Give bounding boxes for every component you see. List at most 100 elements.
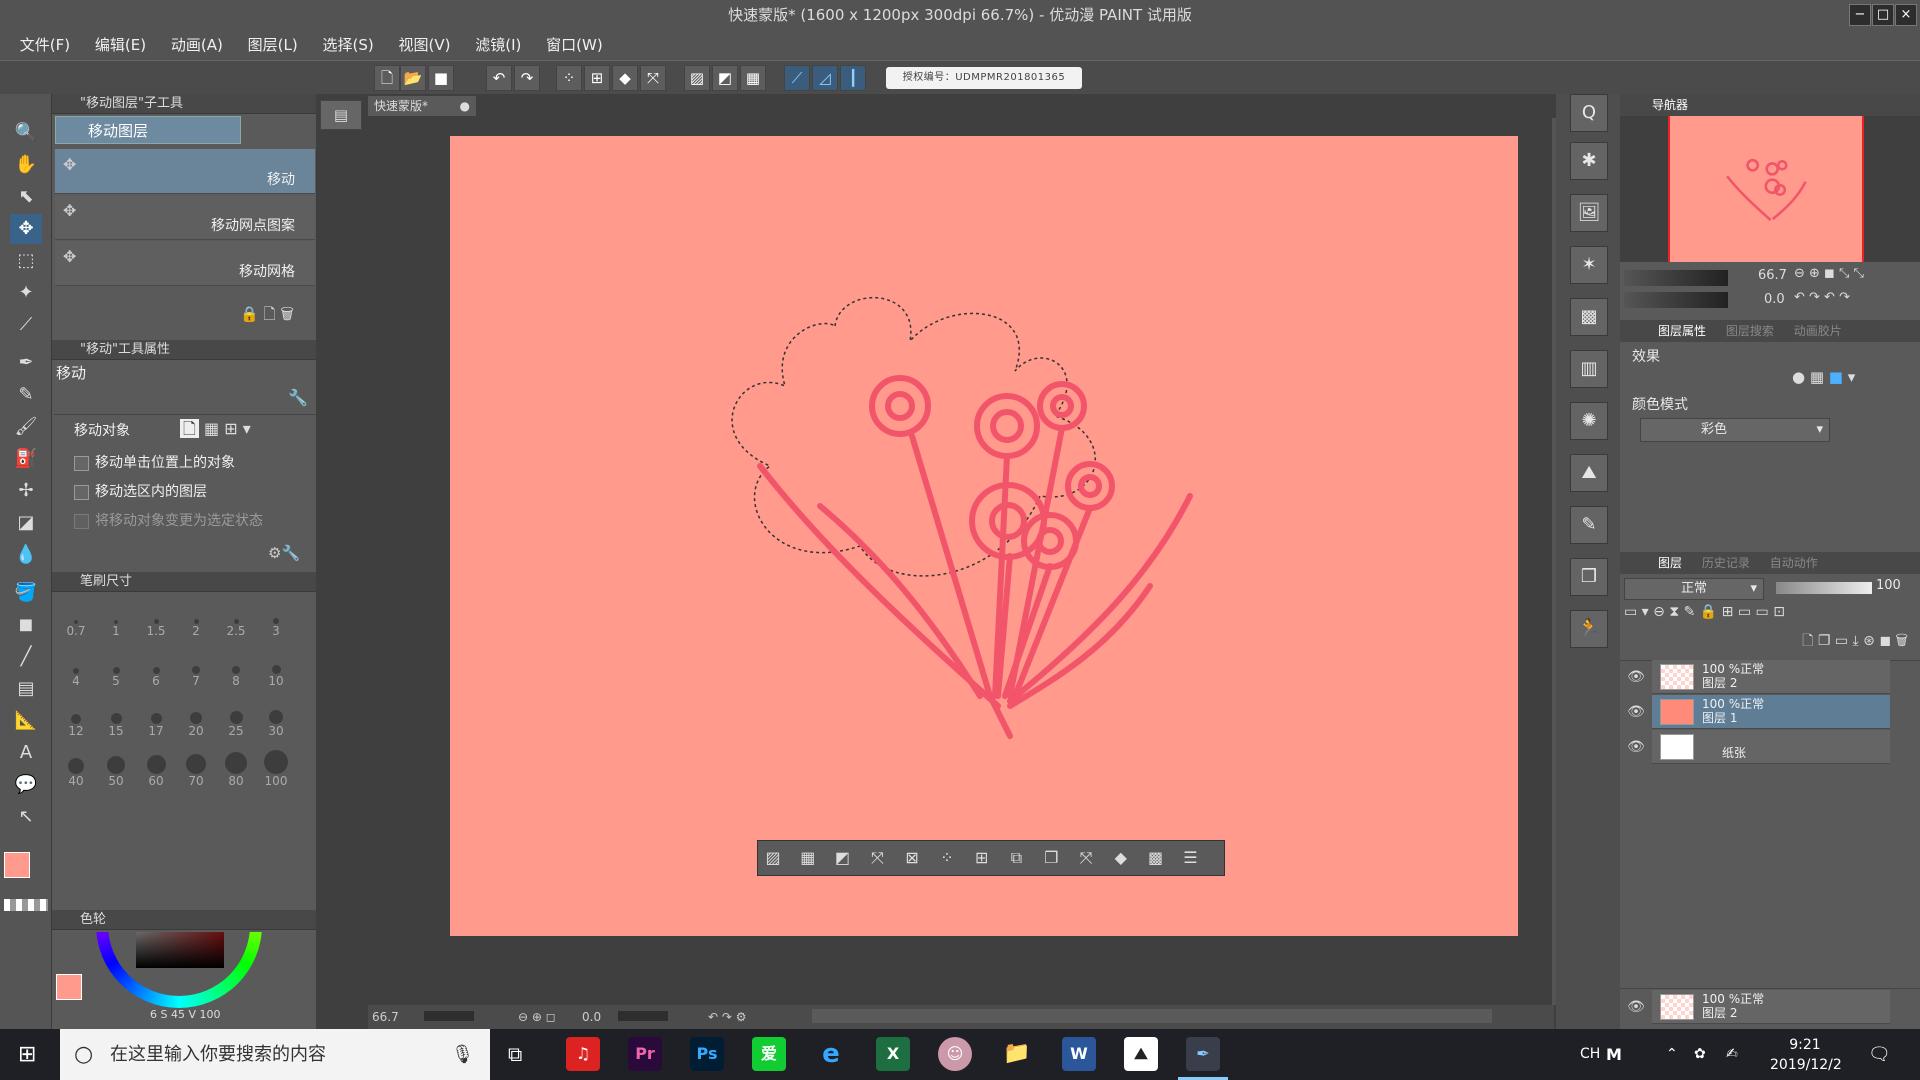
brush-size-cell[interactable]: 25 [216, 698, 256, 748]
selection-icon[interactable]: ⬚ [10, 246, 42, 276]
clear-icon[interactable]: ▨ [684, 65, 710, 91]
subtool-group-move-layer[interactable]: 移动图层 [55, 116, 241, 144]
wrench-icon[interactable]: 🔧 [288, 388, 310, 410]
subtool-move[interactable]: ✥ 移动 [55, 149, 315, 194]
file-explorer-icon[interactable]: 📁 [1000, 1037, 1034, 1071]
navigator-preview[interactable] [1620, 116, 1920, 262]
excel-icon[interactable]: X [876, 1037, 910, 1071]
new-subtool-icon[interactable]: 🗋 [263, 305, 275, 323]
fill-icon[interactable]: ◆ [612, 65, 638, 91]
eraser-icon[interactable]: ◪ [10, 508, 42, 538]
brush-size-cell[interactable]: 1 [96, 598, 136, 648]
premiere-icon[interactable]: Pr [628, 1037, 662, 1071]
target-tone-icon[interactable]: ▦ [204, 419, 219, 438]
nav-rotate-buttons[interactable]: ↶ ↷ ↶ ↷ [1794, 290, 1850, 305]
ime-indicator[interactable]: CH [1580, 1029, 1600, 1080]
panel-toggle-icon[interactable]: ▤ [320, 100, 362, 130]
target-layer-icon[interactable]: 🗋 [180, 419, 199, 438]
effect-material-icon[interactable]: ✺ [1570, 402, 1608, 440]
search-icon[interactable]: Q [1570, 94, 1608, 132]
brush-icon[interactable]: 🖌 [10, 412, 42, 442]
menu-edit[interactable]: 编辑(E) [85, 31, 156, 60]
photoshop-icon[interactable]: Ps [690, 1037, 724, 1071]
redo-icon[interactable]: ↷ [514, 65, 540, 91]
iqiyi-icon[interactable]: 爱 [752, 1037, 786, 1071]
snap-ruler-icon[interactable]: ⟋ [784, 65, 810, 91]
current-color-swatch[interactable] [56, 974, 82, 1000]
saturation-value-square[interactable] [136, 932, 224, 968]
drawing-canvas[interactable] [450, 136, 1518, 936]
tab-animation-cels[interactable]: 动画胶片 [1786, 320, 1850, 342]
brush-size-cell[interactable]: 2.5 [216, 598, 256, 648]
brush-size-cell[interactable]: 10 [256, 648, 296, 698]
tab-layer-search[interactable]: 图层搜索 [1718, 320, 1782, 342]
property-settings-icon[interactable]: ⚙🔧 [268, 544, 308, 566]
nav-zoom-buttons[interactable]: ⊖ ⊕ ◼ ⤡ ⤡ [1794, 266, 1864, 281]
pen-icon[interactable]: ✒ [10, 348, 42, 378]
subtool-move-tone[interactable]: ✥ 移动网点图案 [55, 195, 315, 240]
figure-icon[interactable]: ╱ [10, 642, 42, 672]
scale-icon[interactable]: ⤧ [1071, 843, 1101, 873]
clear-selection-icon[interactable]: ▨ [758, 843, 788, 873]
chevron-up-icon[interactable]: ⌃ [1666, 1029, 1678, 1080]
opacity-slider[interactable] [1776, 582, 1872, 594]
tab-history[interactable]: 历史记录 [1694, 552, 1758, 574]
rotate-buttons[interactable]: ↶ ↷ ⚙ [708, 1005, 747, 1029]
transform-icon[interactable]: ⊞ [584, 65, 610, 91]
tab-layer[interactable]: 图层 [1650, 552, 1690, 574]
chevron-down-icon[interactable]: ▾ [243, 419, 251, 438]
move-layer-icon[interactable]: ✥ [10, 214, 42, 244]
brush-size-cell[interactable]: 6 [136, 648, 176, 698]
operation-icon[interactable]: ⬉ [10, 182, 42, 212]
hand-icon[interactable]: ✋ [10, 150, 42, 180]
brush-size-cell[interactable]: 80 [216, 748, 256, 798]
minimize-button[interactable]: − [1849, 4, 1871, 26]
menu-file[interactable]: 文件(F) [10, 31, 80, 60]
material-icon[interactable]: ✱ [1570, 142, 1608, 180]
close-tab-icon[interactable]: ● [460, 96, 470, 116]
snap-grid-icon[interactable]: ┃ [840, 65, 866, 91]
tray-app-icon[interactable]: ✿ [1694, 1029, 1706, 1080]
brush-size-cell[interactable]: 3 [256, 598, 296, 648]
expand-icon[interactable]: ⊠ [897, 843, 927, 873]
main-color-swatch[interactable] [4, 852, 30, 878]
brush-size-cell[interactable]: 2 [176, 598, 216, 648]
airbrush-icon[interactable]: ⛽ [10, 444, 42, 474]
eye-icon[interactable]: 👁 [1626, 990, 1646, 1024]
undo-icon[interactable]: ↶ [486, 65, 512, 91]
trash-icon[interactable]: 🗑 [280, 305, 294, 323]
option-move-selection[interactable]: 移动选区内的图层 [74, 481, 304, 503]
brush-size-cell[interactable]: 0.7 [56, 598, 96, 648]
photos-icon[interactable]: ⛰ [1124, 1037, 1158, 1071]
gradient-icon[interactable]: ◼ [10, 610, 42, 640]
checkbox[interactable] [74, 484, 89, 500]
object-material-icon[interactable]: ❒ [1570, 558, 1608, 596]
save-icon[interactable]: ■ [428, 65, 454, 91]
edge-icon[interactable]: e [814, 1037, 848, 1071]
select-all-icon[interactable]: ▦ [740, 65, 766, 91]
brush-size-cell[interactable]: 7 [176, 648, 216, 698]
tone-icon[interactable]: ▩ [1141, 843, 1171, 873]
layer-toolbar[interactable]: ▭ ▾ ⊖ ⧗ ✎ 🔒 ⊞ ▭ ▭ ⊡ [1624, 604, 1914, 628]
open-file-icon[interactable]: 📂 [400, 65, 426, 91]
balloon-icon[interactable]: 💬 [10, 770, 42, 800]
clock[interactable]: 9:21 2019/12/2 [1770, 1035, 1842, 1075]
checkbox[interactable] [74, 455, 89, 471]
auto-select-icon[interactable]: ✦ [10, 278, 42, 308]
windows-start-icon[interactable]: ⊞ [18, 1029, 36, 1080]
brush-size-cell[interactable]: 15 [96, 698, 136, 748]
paint-app-icon[interactable]: ✒ [1186, 1037, 1220, 1071]
brush-size-cell[interactable]: 70 [176, 748, 216, 798]
eye-icon[interactable]: 👁 [1626, 695, 1646, 729]
deselect-icon[interactable]: ⁘ [932, 843, 962, 873]
tab-auto-action[interactable]: 自动动作 [1762, 552, 1826, 574]
brush-size-cell[interactable]: 30 [256, 698, 296, 748]
brush-size-cell[interactable]: 100 [256, 748, 296, 798]
decoration-icon[interactable]: ✢ [10, 476, 42, 506]
brush-size-cell[interactable]: 50 [96, 748, 136, 798]
brush-size-cell[interactable]: 17 [136, 698, 176, 748]
rotate-slider[interactable] [618, 1011, 668, 1021]
ruler-icon[interactable]: 📐 [10, 706, 42, 736]
menu-animation[interactable]: 动画(A) [161, 31, 233, 60]
tab-layer-property[interactable]: 图层属性 [1650, 320, 1714, 342]
